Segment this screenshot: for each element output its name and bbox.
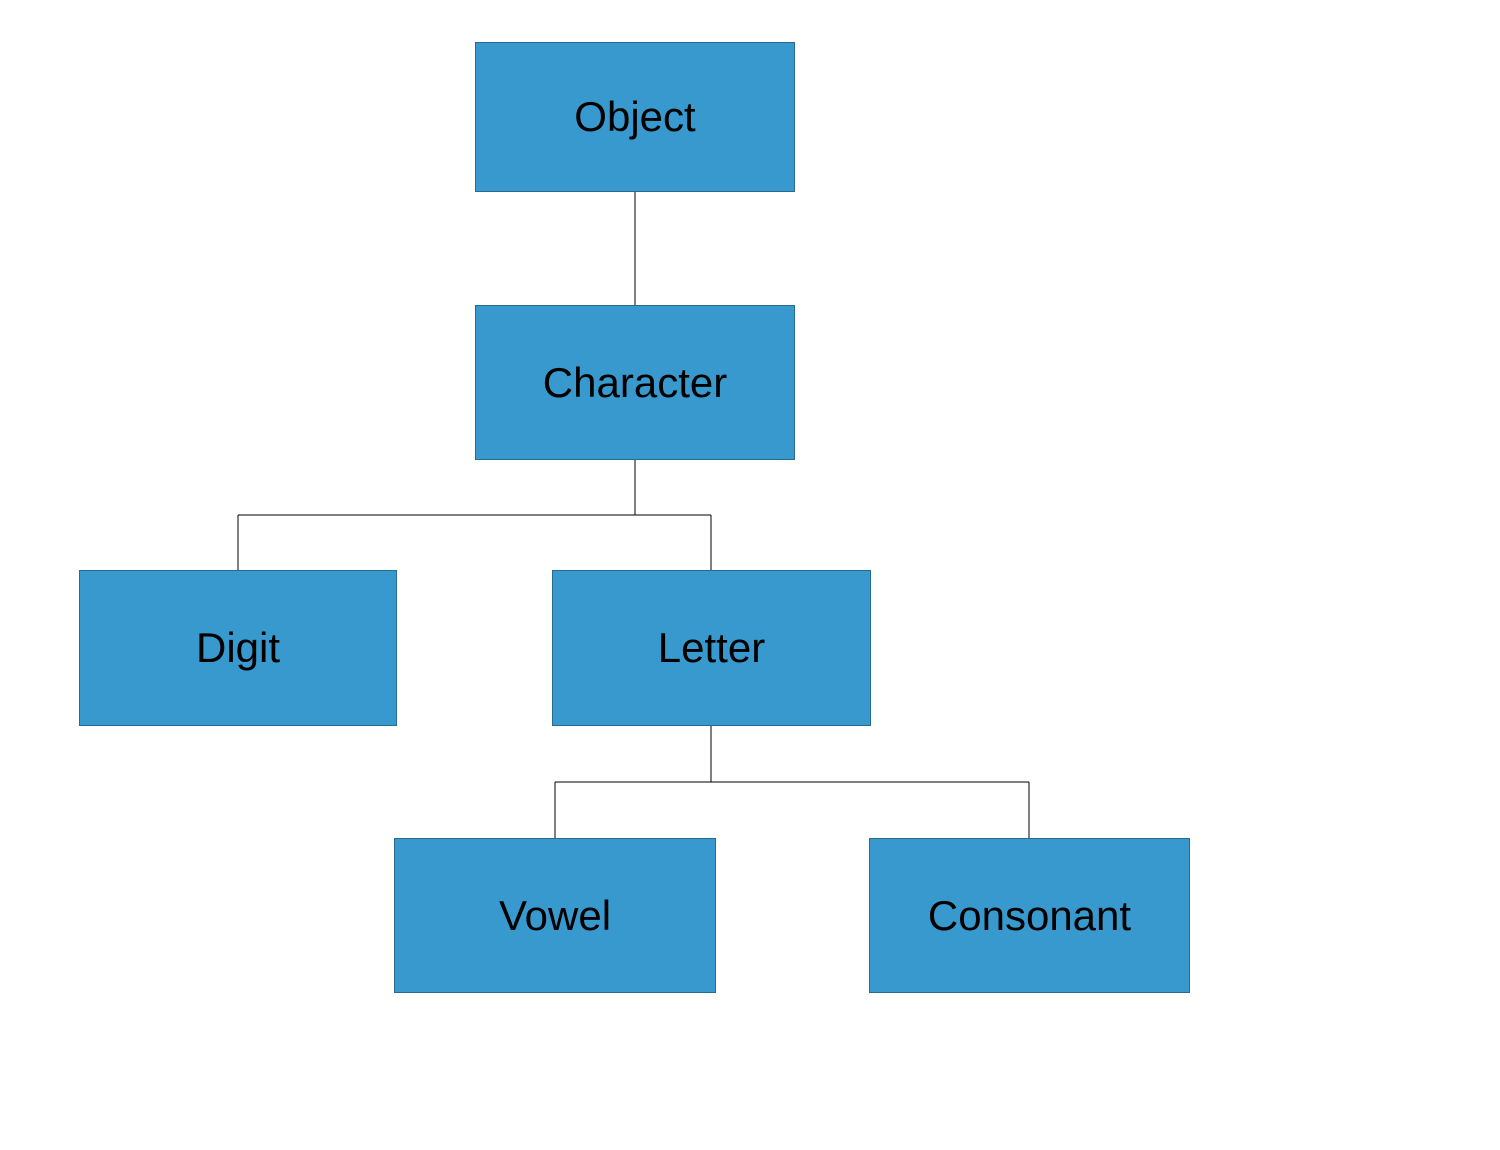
node-label: Vowel — [499, 892, 611, 940]
node-label: Consonant — [928, 892, 1131, 940]
node-digit: Digit — [79, 570, 397, 726]
node-label: Character — [543, 359, 727, 407]
node-consonant: Consonant — [869, 838, 1190, 993]
node-label: Digit — [196, 624, 280, 672]
node-vowel: Vowel — [394, 838, 716, 993]
node-label: Letter — [658, 624, 765, 672]
hierarchy-diagram: Object Character Digit Letter Vowel Cons… — [0, 0, 1500, 1150]
node-letter: Letter — [552, 570, 871, 726]
node-label: Object — [574, 93, 695, 141]
node-object: Object — [475, 42, 795, 192]
node-character: Character — [475, 305, 795, 460]
